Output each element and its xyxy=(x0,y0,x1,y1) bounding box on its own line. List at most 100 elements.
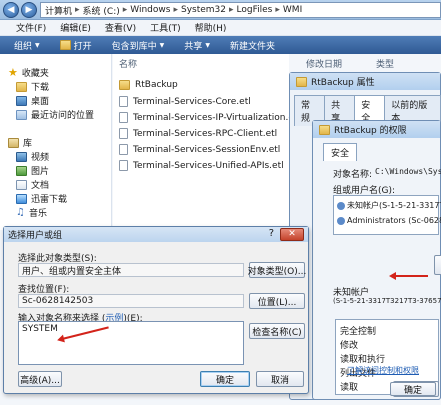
object-name-label: 对象名称: xyxy=(333,170,373,180)
open-button[interactable]: 打开 xyxy=(59,39,92,52)
chevron-down-icon: ▼ xyxy=(205,41,210,49)
file-icon xyxy=(119,144,128,155)
nav-pictures-label: 图片 xyxy=(31,167,50,177)
nav-recent-label: 最近访问的位置 xyxy=(31,111,95,121)
explorer-title-bar: ◀ ▶ 计算机 ▸ 系统 (C:) ▸ Windows ▸ System32 ▸ Log… xyxy=(0,0,441,20)
forward-button[interactable]: ▶ xyxy=(21,2,37,18)
nav-videos[interactable]: 视频 xyxy=(16,150,49,163)
menu-tools[interactable]: 工具(T) xyxy=(150,21,181,34)
library-icon xyxy=(8,137,19,148)
music-icon: ♫ xyxy=(16,206,25,218)
menu-view[interactable]: 查看(V) xyxy=(105,21,136,34)
breadcrumb-wmi[interactable]: WMI xyxy=(283,5,302,15)
navigation-pane: ★ 收藏夹 下载 桌面 最近访问的位置 库 视频 图片 文档 迅雷下载 ♫ 音乐 xyxy=(0,54,112,230)
nav-documents[interactable]: 文档 xyxy=(16,178,49,191)
properties-ok-button[interactable]: 确定 xyxy=(390,382,436,396)
breadcrumb-drive[interactable]: 系统 (C:) xyxy=(83,4,120,17)
file-name: Terminal-Services-SessionEnv.etl xyxy=(133,144,281,155)
nav-thunder[interactable]: 迅雷下载 xyxy=(16,192,67,205)
list-item[interactable]: 未知帐户(S-1-5-21-3317T3 xyxy=(337,200,441,211)
advanced-button[interactable]: 高级(A)... xyxy=(18,371,62,387)
include-in-library-button[interactable]: 包含到库中 ▼ xyxy=(112,39,165,52)
check-names-button[interactable]: 检查名称(C) xyxy=(249,323,305,339)
object-name-value: C:\Windows\Sys xyxy=(375,167,441,176)
user-icon xyxy=(337,201,345,210)
cancel-button[interactable]: 取消 xyxy=(256,371,304,387)
file-name: Terminal-Services-IP-Virtualization.etl xyxy=(133,112,300,123)
folder-icon xyxy=(59,40,71,50)
nav-favorites[interactable]: ★ 收藏夹 xyxy=(8,66,49,80)
help-icon[interactable]: ? xyxy=(269,228,274,239)
close-icon[interactable]: ✕ xyxy=(280,228,304,241)
nav-desktop[interactable]: 桌面 xyxy=(16,94,49,107)
list-item[interactable]: Terminal-Services-IP-Virtualization.etl xyxy=(119,112,300,123)
permission-read: 读取 xyxy=(340,383,359,393)
include-label: 包含到库中 xyxy=(111,41,157,52)
breadcrumb-separator: ▸ xyxy=(229,5,234,15)
nav-pictures[interactable]: 图片 xyxy=(16,164,49,177)
file-icon xyxy=(119,160,128,171)
back-button[interactable]: ◀ xyxy=(3,2,19,18)
breadcrumb-windows[interactable]: Windows xyxy=(130,5,170,15)
chevron-down-icon: ▼ xyxy=(35,41,40,49)
nav-downloads-label: 下载 xyxy=(31,83,50,93)
permissions-title: RtBackup 的权限 xyxy=(334,126,407,136)
list-item[interactable]: Terminal-Services-Core.etl xyxy=(119,96,251,107)
share-button[interactable]: 共享 ▼ xyxy=(184,39,210,52)
object-names-input[interactable]: SYSTEM xyxy=(18,321,244,365)
list-item[interactable]: Terminal-Services-RPC-Client.etl xyxy=(119,128,277,139)
locations-button[interactable]: 位置(L)... xyxy=(249,293,305,309)
select-users-title: 选择用户或组 xyxy=(8,231,63,241)
folder-icon xyxy=(319,124,330,135)
list-item[interactable]: Terminal-Services-Unified-APIs.etl xyxy=(119,160,284,171)
nav-favorites-label: 收藏夹 xyxy=(21,69,49,79)
list-item[interactable]: Terminal-Services-SessionEnv.etl xyxy=(119,144,280,155)
breadcrumb-separator: ▸ xyxy=(173,5,178,15)
file-name: Terminal-Services-Core.etl xyxy=(133,96,251,107)
nav-thunder-label: 迅雷下载 xyxy=(31,195,68,205)
column-header-date[interactable]: 修改日期 xyxy=(306,57,342,70)
select-users-dialog: 选择用户或组 ? ✕ 选择此对象类型(S): 用户、组或内置安全主体 对象类型(… xyxy=(3,226,309,394)
new-folder-button[interactable]: 新建文件夹 xyxy=(230,39,275,52)
menu-bar: 文件(F) 编辑(E) 查看(V) 工具(T) 帮助(H) xyxy=(0,20,441,36)
file-icon xyxy=(119,96,128,107)
nav-libraries[interactable]: 库 xyxy=(8,136,32,149)
location-field: Sc-0628142503 xyxy=(18,294,244,308)
access-control-help-link[interactable]: 了解访问控制和权限 xyxy=(347,365,419,376)
permission-modify: 修改 xyxy=(340,341,359,351)
permission-read-execute: 读取和执行 xyxy=(340,355,386,365)
group-user-list[interactable]: 未知帐户(S-1-5-21-3317T3 Administrators (Sc-… xyxy=(333,195,441,235)
group-item-label: Administrators (Sc-0628 xyxy=(347,216,441,225)
pictures-icon xyxy=(16,165,27,176)
menu-help[interactable]: 帮助(H) xyxy=(195,21,227,34)
column-header-type[interactable]: 类型 xyxy=(376,57,394,70)
tab-security[interactable]: 安全 xyxy=(323,143,358,161)
file-name: Terminal-Services-RPC-Client.etl xyxy=(133,128,278,139)
recent-places-icon xyxy=(16,109,27,120)
object-names-value: SYSTEM xyxy=(22,324,58,334)
breadcrumb-computer[interactable]: 计算机 xyxy=(45,4,72,17)
menu-file[interactable]: 文件(F) xyxy=(16,21,46,34)
nav-recent[interactable]: 最近访问的位置 xyxy=(16,108,94,121)
add-button[interactable] xyxy=(434,255,441,275)
list-item[interactable]: Administrators (Sc-0628 xyxy=(337,216,441,225)
breadcrumb-logfiles[interactable]: LogFiles xyxy=(237,5,273,15)
annotation-arrow xyxy=(389,272,428,280)
share-label: 共享 xyxy=(184,41,203,52)
nav-documents-label: 文档 xyxy=(31,181,50,191)
nav-downloads[interactable]: 下载 xyxy=(16,80,49,93)
folder-icon xyxy=(296,76,307,87)
address-bar[interactable]: 计算机 ▸ 系统 (C:) ▸ Windows ▸ System32 ▸ LogFile… xyxy=(40,2,441,18)
thunder-download-icon xyxy=(16,193,27,204)
ok-button[interactable]: 确定 xyxy=(200,371,250,387)
menu-edit[interactable]: 编辑(E) xyxy=(60,21,91,34)
nav-music-label: 音乐 xyxy=(28,209,47,219)
object-types-button[interactable]: 对象类型(O)... xyxy=(248,262,306,278)
organize-button[interactable]: 组织 ▼ xyxy=(14,39,40,52)
permissions-title-bar: RtBackup 的权限 xyxy=(313,121,440,138)
nav-music[interactable]: ♫ 音乐 xyxy=(16,206,47,219)
breadcrumb-system32[interactable]: System32 xyxy=(181,5,226,15)
object-type-field: 用户、组或内置安全主体 xyxy=(18,263,244,277)
list-item[interactable]: RtBackup xyxy=(119,80,178,90)
column-header-name[interactable]: 名称 xyxy=(119,57,137,70)
